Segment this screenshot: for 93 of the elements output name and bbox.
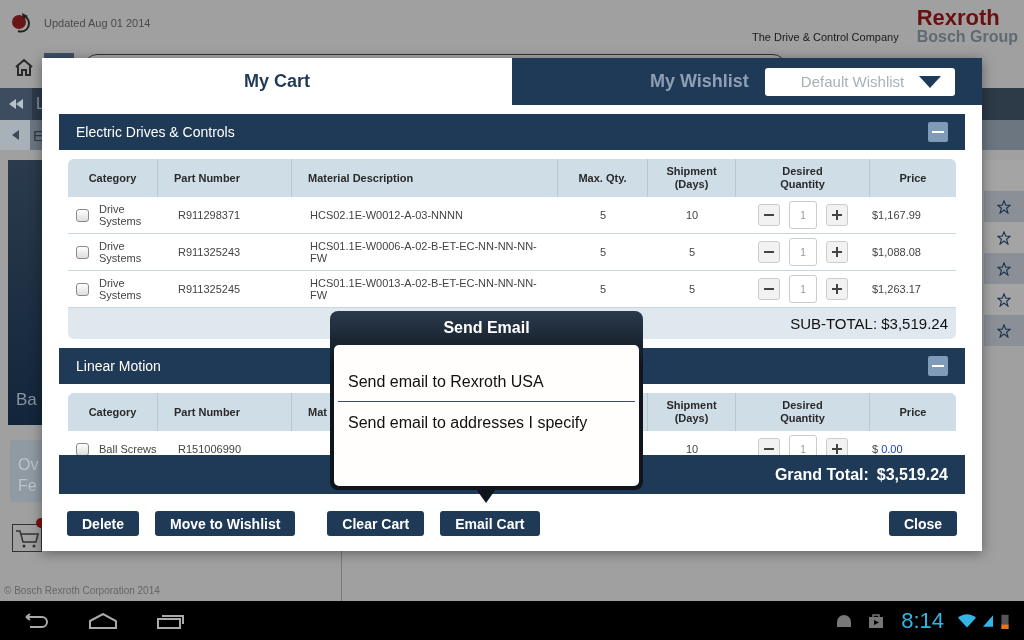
grand-total-value: $3,519.24 (876, 465, 948, 484)
list-row[interactable] (984, 191, 1024, 222)
table-cell: 5 (688, 246, 696, 258)
copyright-text: © Bosch Rexroth Corporation 2014 (4, 585, 160, 596)
table-cell-text: HCS02.1E-W0012-A-03-NNNN (310, 209, 464, 221)
collapse-button[interactable] (928, 122, 948, 142)
brand-group-text: Bosch Group (916, 29, 1018, 45)
table-cell-text: HCS01.1E-W0006-A-02-B-ET-EC-NN-NN-NN-FW (310, 240, 538, 264)
increase-button[interactable] (826, 278, 848, 300)
tab[interactable]: My Wishlist (650, 71, 749, 92)
column-header: Desired Quantity (779, 399, 826, 425)
table-cell: $1,088.08 (872, 246, 921, 258)
increase-button[interactable] (826, 204, 848, 226)
column-header: Shipment (Days) (665, 165, 718, 191)
table-cell: R151006990 (178, 443, 241, 455)
row-checkbox[interactable] (76, 282, 89, 296)
action-button[interactable]: Email Cart (440, 511, 540, 536)
column-header: Shipment (Days) (665, 399, 718, 425)
decrease-button[interactable] (758, 241, 780, 263)
table-cell: 10 (685, 209, 699, 221)
update-status: Updated Aug 01 2014 (44, 16, 151, 29)
company-tagline: The Drive & Control Company (751, 31, 899, 43)
table-cell: $ (872, 443, 879, 455)
back-icon[interactable] (0, 120, 30, 150)
row-checkbox[interactable] (76, 442, 89, 455)
home-icon[interactable] (88, 612, 118, 629)
list-row[interactable] (984, 222, 1024, 253)
popup-pointer (476, 489, 496, 503)
column-header: Mat (308, 405, 327, 419)
table-cell: 5 (688, 283, 696, 295)
popup-title: Send Email (442, 318, 531, 338)
table-cell: Ball Screws (99, 443, 158, 455)
star-icon[interactable] (997, 261, 1011, 276)
table-cell: R911325245 (178, 283, 241, 295)
list-row[interactable] (984, 284, 1024, 315)
action-button[interactable]: Move to Wishlist (155, 511, 296, 536)
row-checkbox[interactable] (76, 208, 89, 222)
table-cell: R911298371 (178, 209, 241, 221)
decrease-button[interactable] (758, 278, 780, 300)
increase-button[interactable] (826, 241, 848, 263)
table-cell: $1,167.99 (872, 209, 921, 221)
table-cell-text: Drive Systems (99, 203, 143, 227)
column-header: Category (88, 171, 137, 185)
clock: 8:14 (901, 607, 944, 634)
table-cell: 5 (599, 283, 607, 295)
rewind-icon[interactable] (0, 88, 32, 120)
column-header: Price (899, 171, 927, 185)
column-header: Part Number (174, 405, 241, 419)
decrease-button[interactable] (758, 204, 780, 226)
cart-icon[interactable] (12, 524, 42, 552)
bag-icon (867, 612, 886, 629)
battery-icon (1000, 612, 1010, 629)
table-cell-text: HCS01.1E-W0013-A-02-B-ET-EC-NN-NN-NN-FW (310, 277, 538, 301)
subnav-label: E (33, 126, 43, 144)
subtotal-text: SUB-TOTAL: $3,519.24 (790, 315, 948, 332)
list-row[interactable] (984, 253, 1024, 284)
brand-logo-text: Rexroth (916, 7, 1001, 29)
star-icon[interactable] (997, 323, 1011, 338)
column-header: Category (88, 405, 137, 419)
star-icon[interactable] (997, 199, 1011, 214)
recent-apps-icon[interactable] (156, 612, 186, 629)
star-icon[interactable] (997, 292, 1011, 307)
list-row[interactable] (984, 315, 1024, 346)
decrease-button[interactable] (758, 438, 780, 455)
grand-total-label: Grand Total: (774, 465, 869, 484)
table-cell: 5 (599, 209, 607, 221)
action-button[interactable]: Delete (67, 511, 140, 536)
column-header: Max. Qty. (578, 171, 627, 185)
row-checkbox[interactable] (76, 245, 89, 259)
table-cell: R911325243 (178, 246, 241, 258)
table-cell: $1,263.17 (872, 283, 921, 295)
collapse-button[interactable] (928, 356, 948, 376)
email-option[interactable]: Send email to addresses I specify (338, 401, 635, 442)
column-header: Price (899, 405, 927, 419)
increase-button[interactable] (826, 438, 848, 455)
action-button[interactable]: Close (888, 511, 957, 536)
email-option[interactable]: Send email to Rexroth USA (338, 361, 635, 401)
column-header: Material Description (308, 171, 414, 185)
price-link[interactable]: 0.00 (881, 443, 903, 455)
wifi-icon (958, 612, 976, 629)
action-button[interactable]: Clear Cart (327, 511, 425, 536)
tab[interactable]: My Cart (244, 71, 310, 92)
column-header: Part Number (174, 171, 241, 185)
star-icon[interactable] (997, 230, 1011, 245)
table-cell-text: Drive Systems (99, 277, 143, 301)
column-header: Desired Quantity (779, 165, 826, 191)
table-cell-text: Drive Systems (99, 240, 143, 264)
table-cell: 5 (599, 246, 607, 258)
tile-label: Ba (16, 390, 37, 410)
home-icon[interactable] (14, 57, 34, 76)
section-title: Electric Drives & Controls (76, 124, 236, 140)
section-title: Linear Motion (76, 358, 162, 374)
table-cell: 10 (685, 443, 699, 455)
